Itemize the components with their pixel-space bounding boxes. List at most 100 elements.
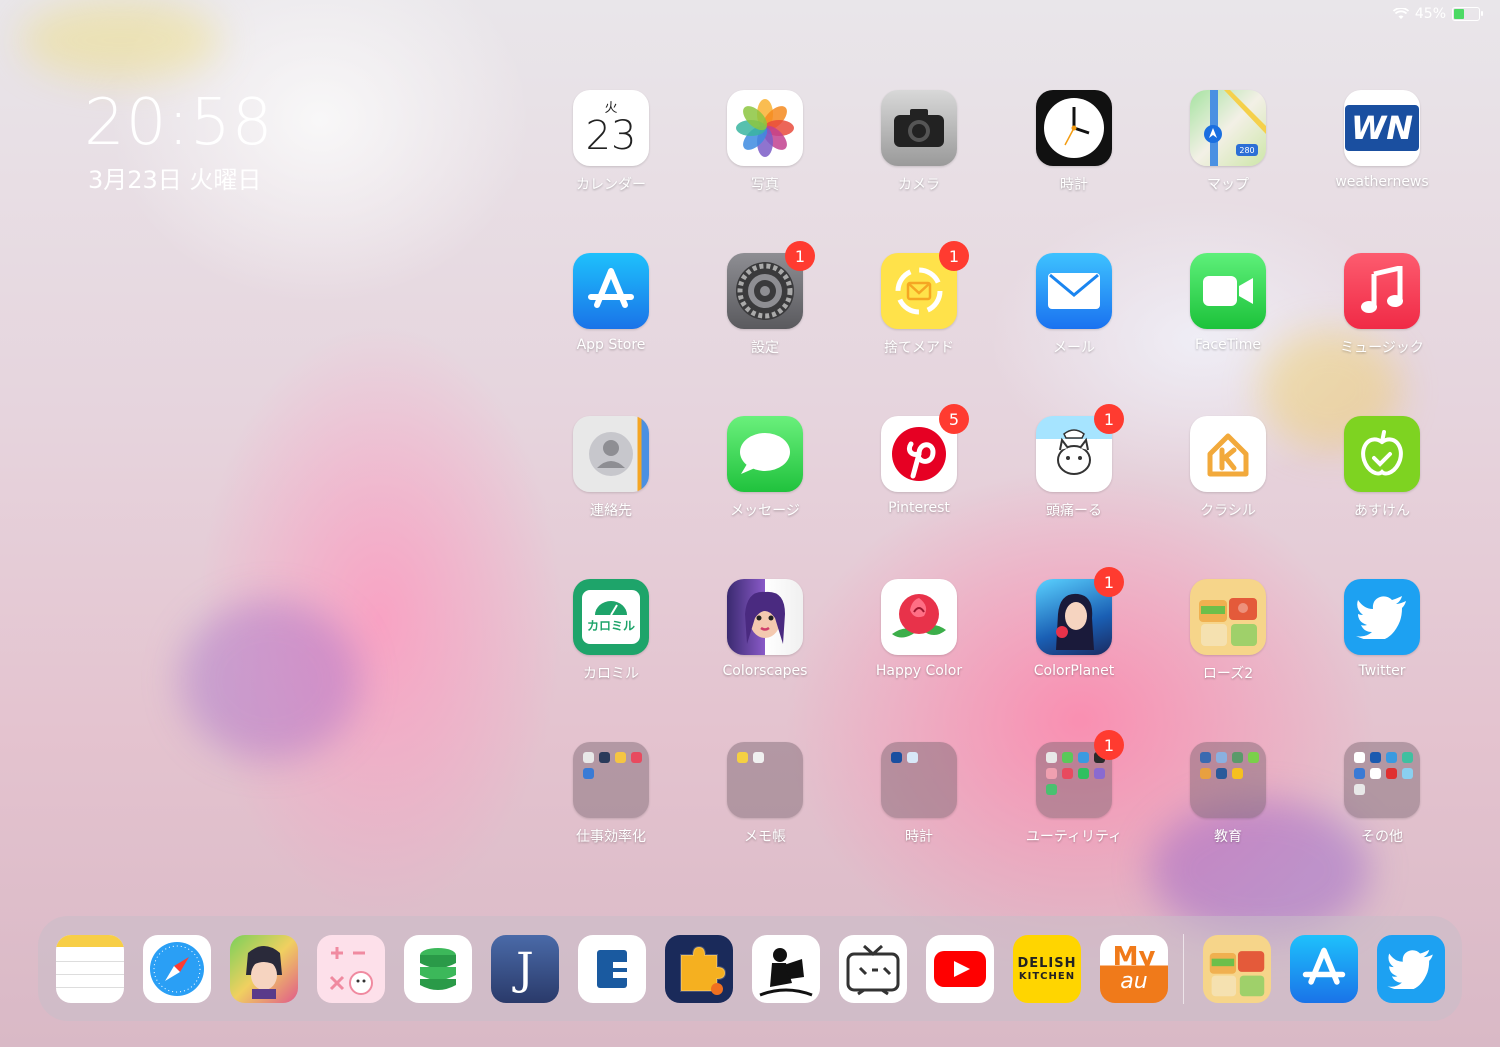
app-label: 設定 <box>751 340 779 356</box>
dock: J DELISH KITCHEN My au <box>38 916 1462 1021</box>
wifi-icon <box>1392 8 1409 19</box>
dock-puzzle[interactable] <box>665 935 733 1003</box>
dock-niconico[interactable] <box>839 935 907 1003</box>
dock-notes[interactable] <box>56 935 124 1003</box>
app-rose2[interactable]: ローズ2 <box>1163 579 1293 683</box>
folder-memo[interactable]: メモ帳 <box>700 742 830 846</box>
app-asken[interactable]: あすけん <box>1317 416 1447 520</box>
app-weathernews[interactable]: WN weathernews <box>1317 90 1447 190</box>
app-app-store[interactable]: App Store <box>546 253 676 353</box>
notification-badge: 1 <box>1094 404 1124 434</box>
app-label: メール <box>1053 340 1095 356</box>
dock-delish-kitchen[interactable]: DELISH KITCHEN <box>1013 935 1081 1003</box>
app-messages[interactable]: メッセージ <box>700 416 830 520</box>
folder-utility[interactable]: 1 ユーティリティ <box>1009 730 1139 846</box>
app-zutsuuru[interactable]: 1 頭痛ーる <box>1009 404 1139 520</box>
app-twitter[interactable]: Twitter <box>1317 579 1447 679</box>
folder-icon <box>1344 742 1420 818</box>
delish-logo-bottom: KITCHEN <box>1018 971 1076 982</box>
app-photos[interactable]: 写真 <box>700 90 830 194</box>
colorplanet-portrait-icon: 1 <box>1036 567 1124 655</box>
dock-pocket-game[interactable] <box>230 935 298 1003</box>
app-music[interactable]: ミュージック <box>1317 253 1447 357</box>
app-colorplanet[interactable]: 1 ColorPlanet <box>1009 567 1139 679</box>
app-label: あすけん <box>1354 503 1410 519</box>
app-label: App Store <box>576 337 646 353</box>
app-camera[interactable]: カメラ <box>854 90 984 194</box>
app-clock[interactable]: 時計 <box>1009 90 1139 194</box>
notes-icon <box>56 935 124 947</box>
app-settings[interactable]: 1 設定 <box>700 241 830 357</box>
folder-other[interactable]: その他 <box>1317 742 1447 846</box>
app-label: メモ帳 <box>744 829 786 845</box>
notification-badge: 1 <box>1094 567 1124 597</box>
notification-badge: 1 <box>1094 730 1124 760</box>
battery-fill <box>1454 9 1464 19</box>
dock-coins[interactable] <box>404 935 472 1003</box>
dock-kindle[interactable] <box>752 935 820 1003</box>
puzzle-piece-icon <box>680 945 727 995</box>
my-au-logo-bottom: au <box>1120 969 1148 994</box>
app-label: Colorscapes <box>722 663 808 679</box>
dock-youtube[interactable] <box>926 935 994 1003</box>
app-calendar[interactable]: 火 23 カレンダー <box>546 90 676 194</box>
dock-calculator-sheep[interactable] <box>317 935 385 1003</box>
widget-time: 20:58 <box>84 86 274 160</box>
app-label: 時計 <box>1060 177 1088 193</box>
calendar-icon: 火 23 <box>573 90 649 166</box>
dock-recent-rose2[interactable] <box>1203 935 1271 1003</box>
app-label: 写真 <box>751 177 779 193</box>
notification-badge: 1 <box>939 241 969 271</box>
app-facetime[interactable]: FaceTime <box>1163 253 1293 353</box>
delish-logo-top: DELISH <box>1017 956 1077 971</box>
app-kalomil[interactable]: カロミル カロミル <box>546 579 676 683</box>
dock-recent-twitter[interactable] <box>1377 935 1445 1003</box>
weathernews-icon: WN <box>1344 90 1420 166</box>
folder-education[interactable]: 教育 <box>1163 742 1293 846</box>
calculator-sheep-icon <box>329 947 373 995</box>
calendar-day: 23 <box>585 112 637 159</box>
folder-clock[interactable]: 時計 <box>854 742 984 846</box>
app-label: カメラ <box>898 177 940 193</box>
app-label: Pinterest <box>888 500 950 516</box>
dock-recent-app-store[interactable] <box>1290 935 1358 1003</box>
folder-productivity[interactable]: 仕事効率化 <box>546 742 676 846</box>
app-label: ユーティリティ <box>1025 829 1123 845</box>
dock-my-au[interactable]: My au <box>1100 935 1168 1003</box>
dock-j-app[interactable]: J <box>491 935 559 1003</box>
app-colorscapes[interactable]: Colorscapes <box>700 579 830 679</box>
maps-icon: 280 <box>1190 90 1266 166</box>
app-label: 捨てメアド <box>884 340 954 356</box>
app-maps[interactable]: 280 マップ <box>1163 90 1293 194</box>
app-kurashiru[interactable]: クラシル <box>1163 416 1293 520</box>
dock-safari[interactable] <box>143 935 211 1003</box>
pinterest-icon: 5 <box>881 404 969 492</box>
message-bubble-icon <box>727 416 803 492</box>
dock-e-app[interactable] <box>578 935 646 1003</box>
photos-icon <box>727 90 803 166</box>
app-pinterest[interactable]: 5 Pinterest <box>854 404 984 516</box>
clock-icon <box>1036 90 1112 166</box>
app-contacts[interactable]: 連絡先 <box>546 416 676 520</box>
app-label: カロミル <box>583 666 639 682</box>
app-mail[interactable]: メール <box>1009 253 1139 357</box>
sandwich-bento-icon <box>1190 579 1266 655</box>
compass-icon <box>150 942 204 996</box>
sandwich-bento-icon <box>1209 951 1265 997</box>
folder-icon <box>881 742 957 818</box>
app-label: クラシル <box>1200 503 1256 519</box>
app-label: メッセージ <box>730 503 800 519</box>
app-label: 連絡先 <box>590 503 632 519</box>
my-au-logo-top: My <box>1112 942 1156 972</box>
app-sute-meado[interactable]: 1 捨てメアド <box>854 241 984 357</box>
music-note-icon <box>1344 253 1420 329</box>
kurashiru-house-icon <box>1190 416 1266 492</box>
app-label: カレンダー <box>576 177 646 193</box>
battery-percent: 45% <box>1414 6 1446 22</box>
rose-icon <box>881 579 957 655</box>
app-happy-color[interactable]: Happy Color <box>854 579 984 679</box>
app-label: FaceTime <box>1195 337 1261 353</box>
app-label: 頭痛ーる <box>1046 503 1102 519</box>
app-label: 時計 <box>905 829 933 845</box>
video-camera-icon <box>1190 253 1266 329</box>
